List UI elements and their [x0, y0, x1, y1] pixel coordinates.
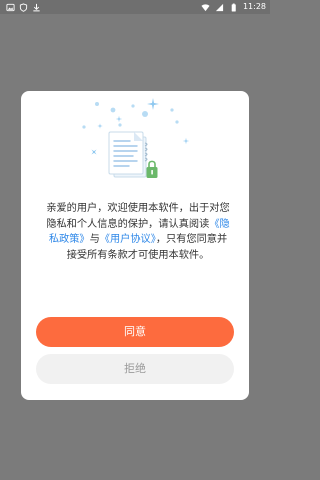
signal-icon [215, 3, 224, 11]
battery-icon [231, 3, 236, 12]
user-agreement-link[interactable]: 《用户协议》 [100, 234, 156, 245]
document-illustration [82, 98, 190, 178]
lock-icon [146, 160, 158, 178]
reject-button[interactable]: 拒绝 [36, 354, 234, 384]
status-time: 11:28 [242, 2, 266, 11]
agreement-text-connector: 与 [89, 234, 100, 245]
status-left [6, 0, 41, 14]
status-right: 11:28 [201, 0, 266, 14]
agreement-text: 亲爱的用户，欢迎使用本软件，出于对您隐私和个人信息的保护，请认真阅读《隐私政策》… [45, 201, 231, 263]
agree-button[interactable]: 同意 [36, 317, 234, 347]
status-bar: 11:28 [0, 0, 270, 14]
privacy-dialog: 亲爱的用户，欢迎使用本软件，出于对您隐私和个人信息的保护，请认真阅读《隐私政策》… [21, 91, 249, 400]
agreement-text-intro: 亲爱的用户，欢迎使用本软件，出于对您隐私和个人信息的保护，请认真阅读 [46, 203, 230, 230]
shield-icon [19, 2, 28, 12]
wifi-icon [201, 3, 210, 11]
image-icon [6, 3, 15, 11]
download-icon [33, 3, 40, 11]
